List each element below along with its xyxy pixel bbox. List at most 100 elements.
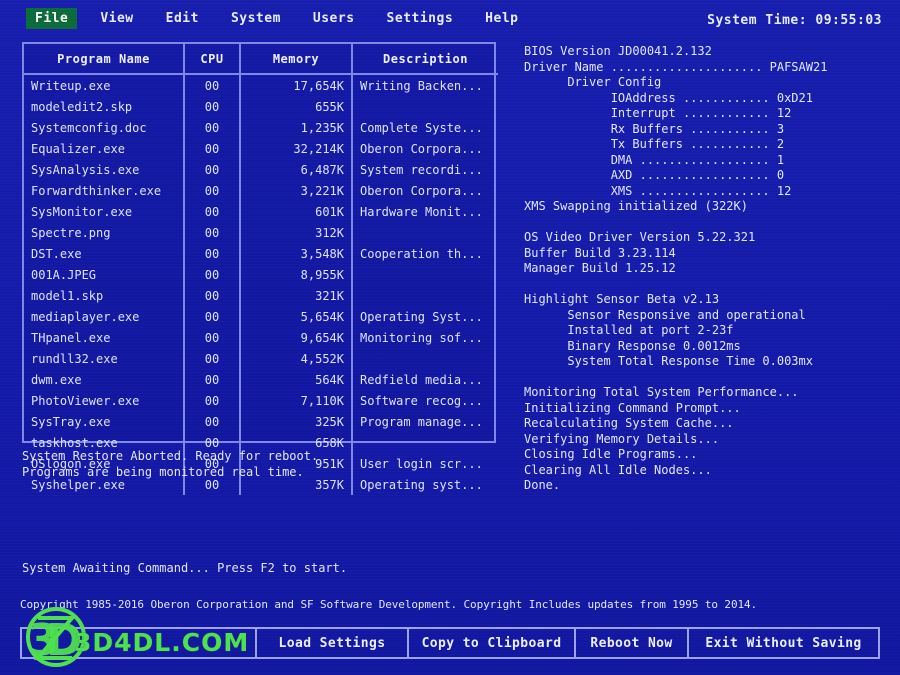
cell-cpu: 00	[184, 390, 241, 411]
cell-cpu: 00	[184, 117, 241, 138]
status-line: Programs are being monitored real time.	[22, 464, 304, 479]
cell-memory: 17,654K	[240, 74, 353, 96]
table-row[interactable]: modeledit2.skp 00 655K	[24, 96, 498, 117]
column-header-memory[interactable]: Memory	[240, 44, 353, 75]
cell-program-name: SysTray.exe	[24, 411, 185, 432]
cell-description: System recordi...	[360, 162, 483, 177]
console-line: AXD .................. 0	[524, 168, 785, 182]
cell-memory: 3,221K	[240, 180, 353, 201]
console-line: Installed at port 2-23f	[524, 323, 734, 337]
console-line: Driver Config	[524, 75, 662, 89]
table-row[interactable]: mediaplayer.exe 00 5,654K Operating Syst...	[24, 306, 498, 327]
cell-cpu: 00	[184, 306, 241, 327]
table-row[interactable]: THpanel.exe 00 9,654K Monitoring sof...	[24, 327, 498, 348]
cell-program-name: PhotoViewer.exe	[24, 390, 185, 411]
cell-cpu: 00	[184, 369, 241, 390]
console-line: Rx Buffers ........... 3	[524, 121, 785, 136]
menu-item-users[interactable]: Users	[304, 8, 364, 29]
cell-description: Operating syst...	[360, 477, 483, 492]
console-line: Done.	[524, 478, 561, 492]
cell-description: Cooperation th...	[360, 246, 483, 261]
cell-program-name: SysAnalysis.exe	[24, 159, 185, 180]
table-header-row: Program Name CPU Memory Description	[24, 44, 498, 75]
cell-description: Software recog...	[360, 393, 483, 408]
load-settings-button[interactable]: Load Settings	[257, 629, 409, 657]
cell-memory: 655K	[240, 96, 353, 117]
cell-memory: 6,487K	[240, 159, 353, 180]
table-row[interactable]: DST.exe 00 3,548K Cooperation th...	[24, 243, 498, 264]
table-row[interactable]: SysTray.exe 00 325K Program manage...	[24, 411, 498, 432]
menu-item-system[interactable]: System	[222, 8, 290, 29]
cell-cpu: 00	[184, 285, 241, 306]
cell-description: Complete Syste...	[360, 120, 483, 135]
console-line: BIOS Version JD00041.2.132	[524, 44, 712, 58]
menu-item-view[interactable]: View	[91, 8, 142, 29]
copy-to-clipboard-button[interactable]: Copy to Clipboard	[409, 629, 576, 657]
cell-program-name: DST.exe	[24, 243, 185, 264]
cell-cpu: 00	[184, 138, 241, 159]
exit-without-saving-button[interactable]: Exit Without Saving	[689, 629, 878, 657]
table-row[interactable]: Forwardthinker.exe 00 3,221K Oberon Corpora…	[24, 180, 498, 201]
cell-description: Hardware Monit...	[360, 204, 483, 219]
table-row[interactable]: 001A.JPEG 00 8,955K	[24, 264, 498, 285]
cell-program-name: Equalizer.exe	[24, 138, 185, 159]
cell-program-name: dwm.exe	[24, 369, 185, 390]
console-line: XMS Swapping initialized (322K)	[524, 199, 748, 213]
menu-item-help[interactable]: Help	[476, 8, 527, 29]
console-line: Highlight Sensor Beta v2.13	[524, 292, 720, 306]
cell-memory: 5,654K	[240, 306, 353, 327]
process-table: Program Name CPU Memory Description Writ…	[24, 44, 498, 495]
console-line: Driver Name ..................... PAFSAW…	[524, 59, 828, 74]
column-header-cpu[interactable]: CPU	[184, 44, 241, 75]
table-row[interactable]: model1.skp 00 321K	[24, 285, 498, 306]
cell-description: Oberon Corpora...	[360, 183, 483, 198]
menu-item-file[interactable]: File	[26, 7, 78, 29]
cell-description	[352, 264, 498, 285]
console-line: Monitoring Total System Performance...	[524, 385, 799, 399]
awaiting-command-label: System Awaiting Command... Press F2 to s…	[22, 561, 348, 575]
console-line: Tx Buffers ........... 2	[524, 137, 785, 151]
cell-program-name: 001A.JPEG	[24, 264, 185, 285]
blank-button[interactable]	[22, 629, 257, 657]
cell-cpu: 00	[184, 243, 241, 264]
cell-description: User login scr...	[360, 456, 483, 471]
cell-memory: 7,110K	[240, 390, 353, 411]
table-row[interactable]: rundll32.exe 00 4,552K	[24, 348, 498, 369]
cell-cpu: 00	[184, 348, 241, 369]
console-line: System Total Response Time 0.003mx	[524, 354, 813, 368]
table-row[interactable]: Equalizer.exe 00 32,214K Oberon Corpora...	[24, 138, 498, 159]
console-line: IOAddress ............ 0xD21	[524, 90, 813, 105]
table-row[interactable]: SysMonitor.exe 00 601K Hardware Monit...	[24, 201, 498, 222]
cell-program-name: THpanel.exe	[24, 327, 185, 348]
console-line: Clearing All Idle Nodes...	[524, 462, 712, 477]
table-row[interactable]: Spectre.png 00 312K	[24, 222, 498, 243]
table-row[interactable]: Systemconfig.doc 00 1,235K Complete Syste..…	[24, 117, 498, 138]
cell-description: Operating Syst...	[360, 309, 483, 324]
cell-memory: 1,235K	[240, 117, 353, 138]
menu-item-edit[interactable]: Edit	[157, 8, 208, 29]
process-table-panel: Program Name CPU Memory Description Writ…	[22, 42, 498, 495]
cell-memory: 564K	[240, 369, 353, 390]
table-row[interactable]: PhotoViewer.exe 00 7,110K Software recog...	[24, 390, 498, 411]
cell-memory: 312K	[240, 222, 353, 243]
reboot-now-button[interactable]: Reboot Now	[576, 629, 689, 657]
cell-description: Writing Backen...	[360, 78, 483, 93]
cell-cpu: 00	[184, 180, 241, 201]
table-row[interactable]: SysAnalysis.exe 00 6,487K System recordi...	[24, 159, 498, 180]
console-line: Interrupt ............ 12	[524, 106, 792, 120]
cell-memory: 32,214K	[240, 138, 353, 159]
cell-memory: 9,654K	[240, 327, 353, 348]
console-line: Initializing Command Prompt...	[524, 400, 741, 415]
cell-cpu: 00	[184, 159, 241, 180]
column-header-program-name[interactable]: Program Name	[24, 44, 185, 75]
column-header-description[interactable]: Description	[352, 44, 498, 75]
status-message-block: System Restore Aborted. Ready for reboot…	[22, 449, 318, 480]
cell-memory: 8,955K	[240, 264, 353, 285]
table-row[interactable]: dwm.exe 00 564K Redfield media...	[24, 369, 498, 390]
table-row[interactable]: Writeup.exe 00 17,654K Writing Backen...	[24, 74, 498, 96]
console-line: Sensor Responsive and operational	[524, 307, 806, 322]
system-time-label: System Time: 09:55:03	[707, 13, 882, 28]
cell-description	[352, 96, 498, 117]
menu-item-settings[interactable]: Settings	[378, 8, 463, 29]
